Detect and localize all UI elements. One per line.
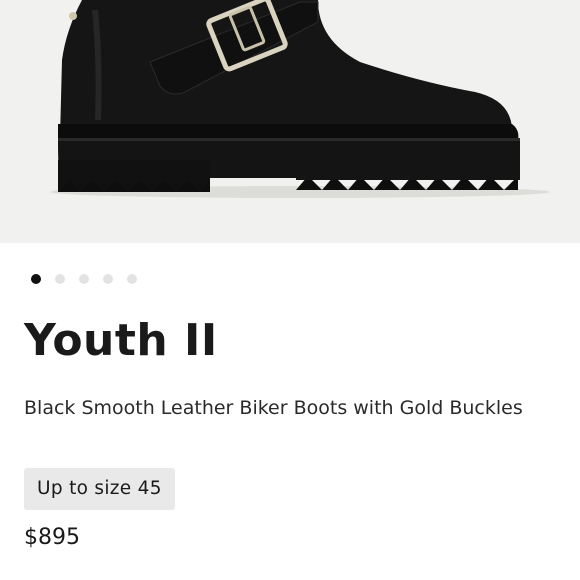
size-badge: Up to size 45 bbox=[24, 468, 175, 510]
carousel-dot-5[interactable] bbox=[127, 274, 137, 284]
carousel-dot-3[interactable] bbox=[79, 274, 89, 284]
carousel-dot-1[interactable] bbox=[31, 274, 41, 284]
carousel-dot-2[interactable] bbox=[55, 274, 65, 284]
product-image[interactable] bbox=[0, 0, 580, 243]
product-description: Black Smooth Leather Biker Boots with Go… bbox=[24, 397, 523, 419]
carousel-dot-4[interactable] bbox=[103, 274, 113, 284]
product-price: $895 bbox=[24, 525, 80, 550]
boot-illustration bbox=[50, 0, 550, 198]
product-title: Youth II bbox=[24, 315, 218, 366]
carousel-dots bbox=[31, 274, 137, 284]
